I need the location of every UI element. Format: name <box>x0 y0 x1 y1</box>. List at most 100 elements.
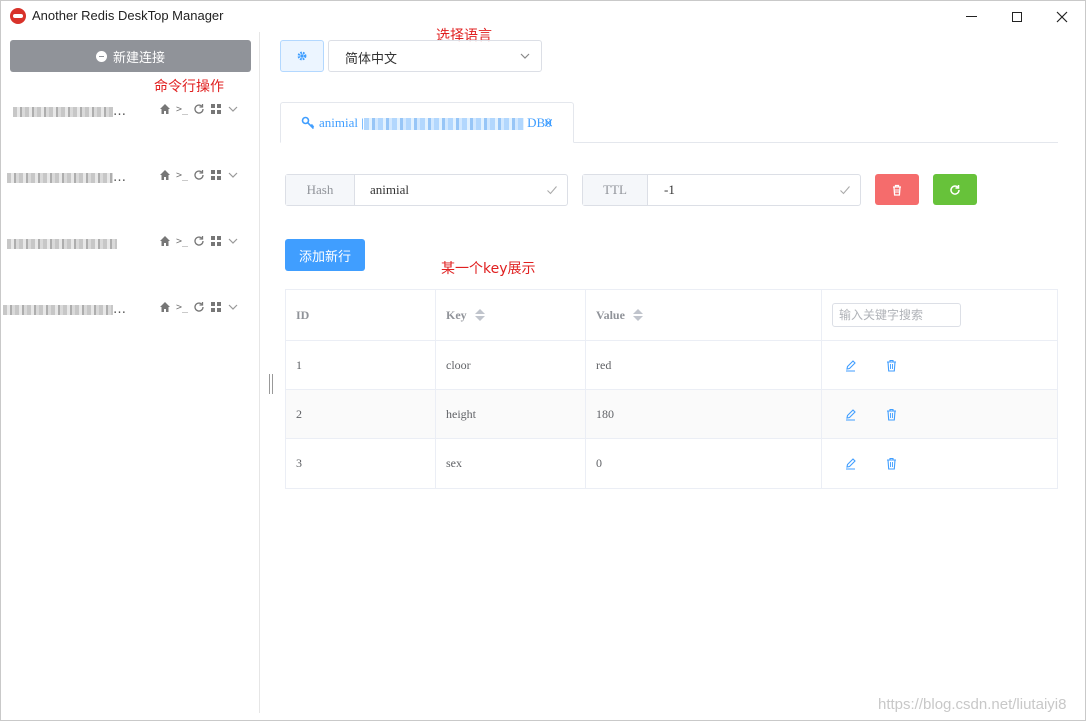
window-title: Another Redis DeskTop Manager <box>32 8 224 23</box>
cell-key: height <box>436 390 586 438</box>
refresh-icon[interactable] <box>193 169 205 181</box>
chevron-down-icon[interactable] <box>227 169 239 181</box>
cell-value: red <box>586 341 822 389</box>
tab-close-icon[interactable]: × <box>543 116 554 131</box>
terminal-icon[interactable]: >_ <box>176 104 188 115</box>
key-type-label: Hash <box>286 175 355 205</box>
close-window-button[interactable] <box>1039 1 1085 32</box>
sidebar-resize-handle[interactable] <box>269 374 273 394</box>
hash-table: ID Key Value 1 cloor red <box>285 289 1058 489</box>
connection-item[interactable]: >_ <box>1 228 260 258</box>
connection-item[interactable]: … >_ <box>1 96 260 126</box>
connection-actions: >_ <box>159 235 239 247</box>
table-row: 1 cloor red <box>286 341 1057 390</box>
annotation-command-line: 命令行操作 <box>154 79 224 95</box>
terminal-icon[interactable]: >_ <box>176 170 188 181</box>
key-name-value: animial <box>370 182 409 197</box>
ttl-value: -1 <box>664 182 675 197</box>
grid-menu-icon[interactable] <box>210 301 222 313</box>
annotation-key-display: 某一个key展示 <box>441 261 536 277</box>
grid-menu-icon[interactable] <box>210 235 222 247</box>
sort-caret-icon[interactable] <box>632 309 643 321</box>
app-window: Another Redis DeskTop Manager 新建连接 命令行操作… <box>0 0 1086 721</box>
language-select-value: 简体中文 <box>345 52 398 67</box>
cell-actions <box>822 390 1057 438</box>
cell-key: cloor <box>436 341 586 389</box>
home-icon[interactable] <box>159 301 171 313</box>
search-input[interactable] <box>832 303 961 327</box>
refresh-icon[interactable] <box>193 301 205 313</box>
refresh-icon <box>950 184 960 195</box>
connection-actions: >_ <box>159 169 239 181</box>
table-row: 2 height 180 <box>286 390 1057 439</box>
column-header-key-label: Key <box>446 307 467 322</box>
chevron-down-icon[interactable] <box>227 235 239 247</box>
ttl-label: TTL <box>583 175 648 205</box>
key-icon <box>301 116 315 130</box>
refresh-icon[interactable] <box>193 103 205 115</box>
sort-caret-icon[interactable] <box>474 309 485 321</box>
cell-id: 3 <box>286 439 436 488</box>
ttl-field[interactable]: TTL -1 <box>582 174 861 206</box>
home-icon[interactable] <box>159 169 171 181</box>
delete-key-button[interactable] <box>875 174 919 205</box>
redacted-text <box>7 238 117 249</box>
watermark-text: https://blog.csdn.net/liutaiyi8 <box>878 696 1067 713</box>
terminal-icon[interactable]: >_ <box>176 302 188 313</box>
cell-actions <box>822 341 1057 389</box>
new-connection-button[interactable]: 新建连接 <box>10 40 251 72</box>
table-header-row: ID Key Value <box>286 290 1057 341</box>
minimize-button[interactable] <box>948 1 994 32</box>
edit-icon[interactable] <box>844 359 857 372</box>
cell-value: 0 <box>586 439 822 488</box>
maximize-icon <box>1012 11 1022 22</box>
connection-item[interactable]: … >_ <box>1 162 260 192</box>
connection-actions: >_ <box>159 103 239 115</box>
edit-icon[interactable] <box>844 457 857 470</box>
trash-icon[interactable] <box>885 457 898 470</box>
column-header-id: ID <box>286 290 436 340</box>
redacted-text <box>13 106 113 117</box>
trash-icon[interactable] <box>885 359 898 372</box>
terminal-icon[interactable]: >_ <box>176 236 188 247</box>
check-icon <box>547 186 557 195</box>
chevron-down-icon[interactable] <box>227 301 239 313</box>
connection-name: … <box>3 302 126 317</box>
language-select[interactable]: 简体中文 <box>328 40 542 72</box>
connection-item[interactable]: … >_ <box>1 294 260 324</box>
connection-name: … <box>13 104 126 119</box>
home-icon[interactable] <box>159 103 171 115</box>
app-logo-icon <box>10 8 26 24</box>
refresh-key-button[interactable] <box>933 174 977 205</box>
add-row-button[interactable]: 添加新行 <box>285 239 365 271</box>
tab-key-animial[interactable]: animial | DB0 × <box>280 102 574 143</box>
close-icon <box>1056 11 1068 22</box>
home-icon[interactable] <box>159 235 171 247</box>
edit-icon[interactable] <box>844 408 857 421</box>
grid-menu-icon[interactable] <box>210 169 222 181</box>
redacted-text <box>7 172 113 183</box>
new-connection-label: 新建连接 <box>112 50 165 66</box>
maximize-button[interactable] <box>994 1 1040 32</box>
cell-value: 180 <box>586 390 822 438</box>
check-icon <box>840 186 850 195</box>
chevron-down-icon[interactable] <box>227 103 239 115</box>
settings-button[interactable] <box>280 40 324 72</box>
key-name-field[interactable]: Hash animial <box>285 174 568 206</box>
connection-name: … <box>7 170 126 185</box>
settings-gear-icon <box>297 51 307 61</box>
title-bar: Another Redis DeskTop Manager <box>1 1 1085 32</box>
trash-icon[interactable] <box>885 408 898 421</box>
column-header-value-label: Value <box>596 307 625 322</box>
column-header-key[interactable]: Key <box>436 290 586 340</box>
grid-menu-icon[interactable] <box>210 103 222 115</box>
connection-actions: >_ <box>159 301 239 313</box>
redacted-text <box>3 304 113 315</box>
column-header-value[interactable]: Value <box>586 290 822 340</box>
redacted-text <box>363 118 524 131</box>
refresh-icon[interactable] <box>193 235 205 247</box>
cell-id: 2 <box>286 390 436 438</box>
cell-actions <box>822 439 1057 488</box>
sidebar: 新建连接 命令行操作 … >_ … >_ >_ … >_ <box>1 32 260 713</box>
column-header-search <box>822 290 1057 340</box>
